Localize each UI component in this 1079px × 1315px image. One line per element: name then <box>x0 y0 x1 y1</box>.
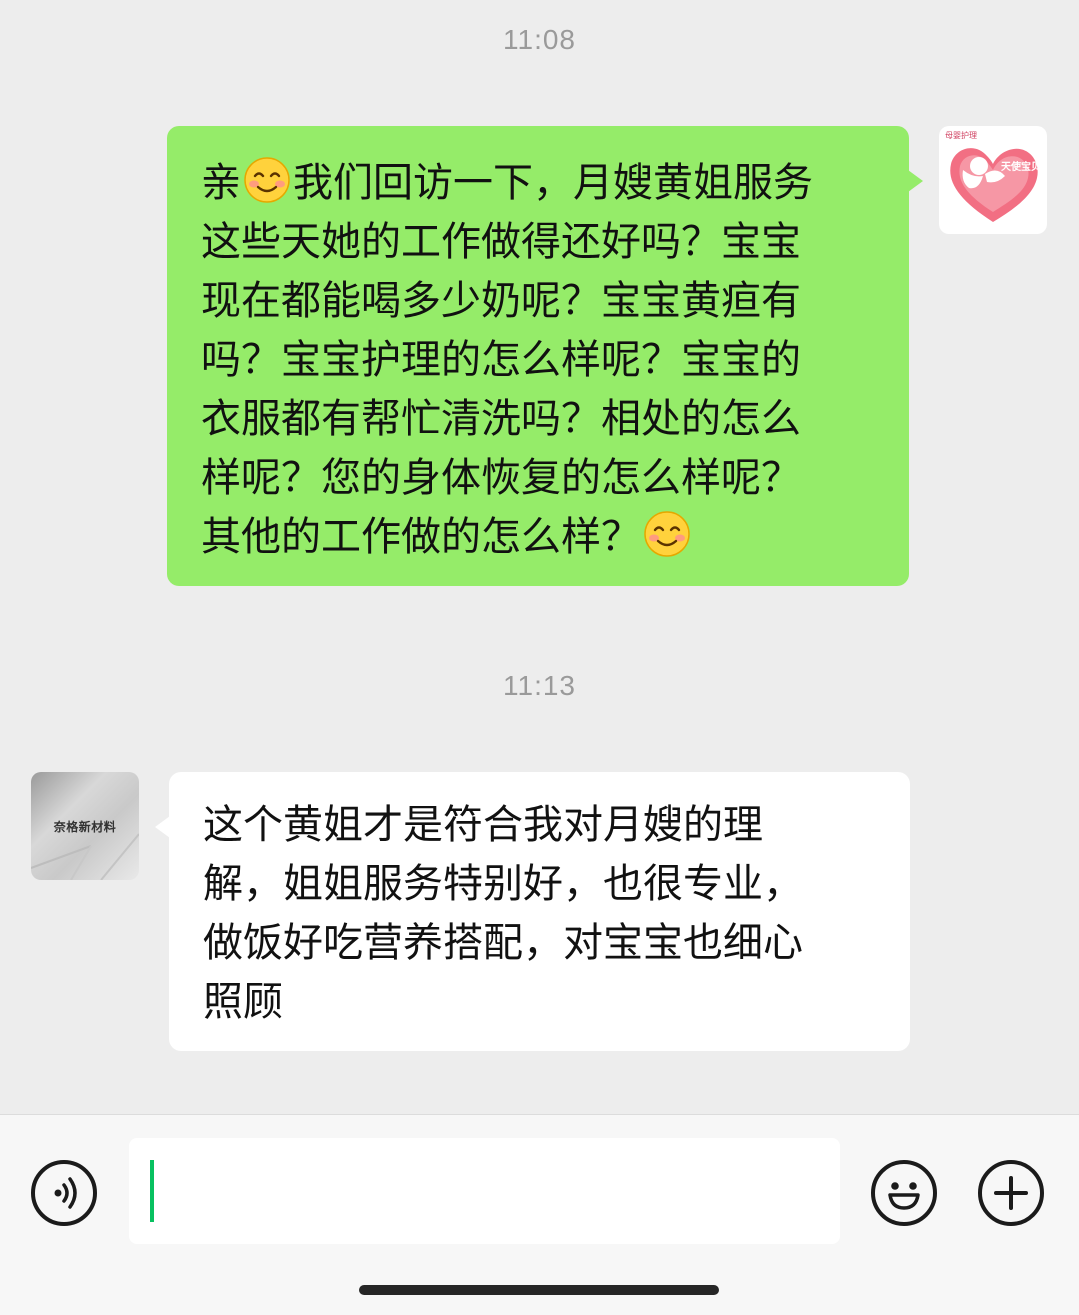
heart-angel-logo-icon <box>950 148 1038 222</box>
message-line: 其他的工作做的怎么样？ <box>201 508 883 567</box>
logo-main-text: 天使宝贝 <box>1001 162 1041 173</box>
incoming-message-bubble[interactable]: 这个黄姐才是符合我对月嫂的理 解，姐姐服务特别好，也很专业， 做饭好吃营养搭配，… <box>155 772 910 1051</box>
message-line: 做饭好吃营养搭配，对宝宝也细心 <box>203 920 803 966</box>
emoji-button[interactable] <box>871 1160 937 1226</box>
message-line: 样呢？您的身体恢复的怎么样呢？ <box>201 455 801 501</box>
message-line: 衣服都有帮忙清洗吗？相处的怎么 <box>201 396 801 442</box>
voice-icon <box>54 1177 77 1209</box>
message-line: 这个黄姐才是符合我对月嫂的理 <box>203 802 763 848</box>
self-avatar[interactable]: 母婴护理 天使宝贝 <box>939 126 1047 234</box>
logo-small-text: 母婴护理 <box>945 131 977 140</box>
chat-area[interactable]: 11:08 亲我们回访一下，月嫂黄姐服务 这些天她的工作做得还好吗？宝宝 现在都… <box>0 0 1079 1114</box>
message-input[interactable] <box>129 1138 840 1244</box>
text-caret <box>150 1160 154 1222</box>
outgoing-message-bubble[interactable]: 亲我们回访一下，月嫂黄姐服务 这些天她的工作做得还好吗？宝宝 现在都能喝多少奶呢… <box>167 126 923 586</box>
message-line: 解，姐姐服务特别好，也很专业， <box>203 861 803 907</box>
timestamp: 11:08 <box>503 24 576 55</box>
emoji-icon <box>888 1182 920 1210</box>
timestamp: 11:13 <box>503 670 576 701</box>
smiling-face-emoji-icon <box>644 511 690 557</box>
message-line: 这些天她的工作做得还好吗？宝宝 <box>201 219 801 265</box>
message-line: 照顾 <box>203 979 283 1025</box>
more-options-button[interactable] <box>978 1160 1044 1226</box>
home-indicator[interactable] <box>359 1285 719 1295</box>
message-line: 亲我们回访一下，月嫂黄姐服务 <box>201 154 883 213</box>
message-line: 吗？宝宝护理的怎么样呢？宝宝的 <box>201 337 801 383</box>
contact-avatar[interactable]: 奈格新材料 <box>31 772 139 880</box>
plus-icon <box>994 1176 1028 1210</box>
avatar-label: 奈格新材料 <box>53 820 117 834</box>
input-bar <box>0 1114 1079 1315</box>
message-line: 现在都能喝多少奶呢？宝宝黄疸有 <box>201 278 801 324</box>
smiling-face-emoji-icon <box>244 157 290 203</box>
voice-button[interactable] <box>31 1160 97 1226</box>
